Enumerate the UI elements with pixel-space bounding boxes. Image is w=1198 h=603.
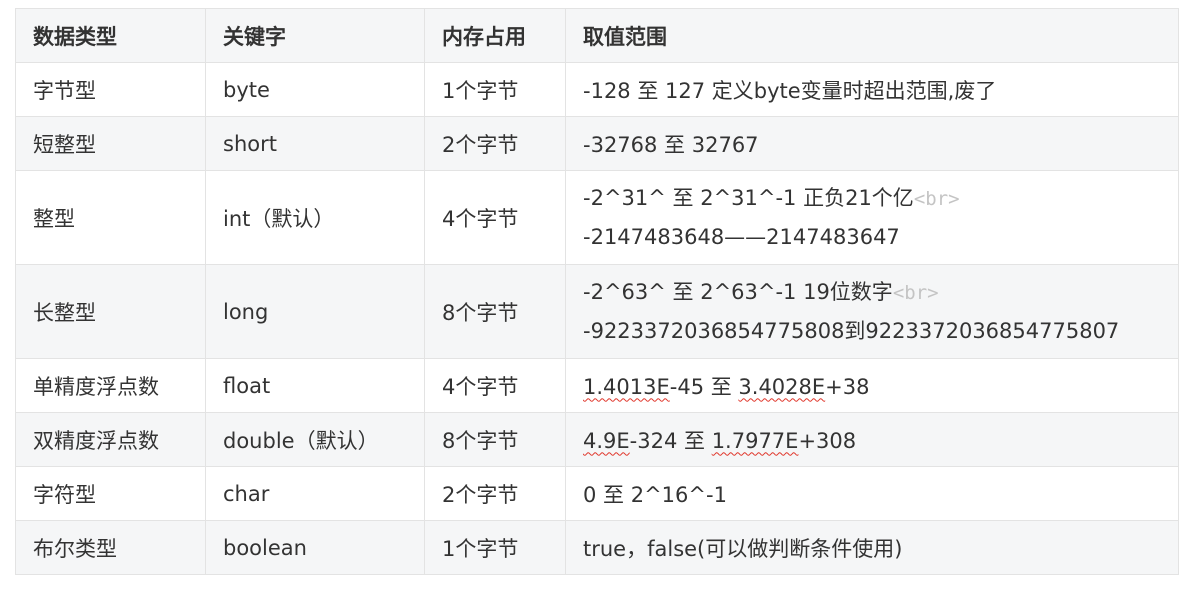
- br-tag-text: <br>: [892, 282, 939, 304]
- cell-type: 短整型: [15, 116, 206, 171]
- cell-keyword: long: [205, 264, 425, 359]
- cell-type: 布尔类型: [15, 520, 206, 575]
- cell-keyword: byte: [205, 62, 425, 117]
- range-text: -2^63^ 至 2^63^-1 19位数字: [583, 280, 893, 304]
- header-keyword: 关键字: [205, 8, 425, 63]
- header-range: 取值范围: [565, 8, 1179, 63]
- cell-keyword: double（默认）: [205, 412, 425, 467]
- cell-keyword: int（默认）: [205, 170, 425, 265]
- data-types-table-container: 数据类型 关键字 内存占用 取值范围 字节型 byte 1个字节 -128 至 …: [15, 8, 1179, 575]
- table-row: 字符型 char 2个字节 0 至 2^16^-1: [15, 466, 1179, 521]
- table-row: 长整型 long 8个字节 -2^63^ 至 2^63^-1 19位数字<br>…: [15, 264, 1179, 359]
- cell-type: 长整型: [15, 264, 206, 359]
- range-line: -9223372036854775808到9223372036854775807: [583, 319, 1120, 343]
- range-line: -2^31^ 至 2^31^-1 正负21个亿<br>: [583, 179, 1178, 218]
- table-row: 字节型 byte 1个字节 -128 至 127 定义byte变量时超出范围,废…: [15, 62, 1179, 117]
- cell-keyword: boolean: [205, 520, 425, 575]
- table-row: 整型 int（默认） 4个字节 -2^31^ 至 2^31^-1 正负21个亿<…: [15, 170, 1179, 265]
- cell-type: 整型: [15, 170, 206, 265]
- cell-memory: 8个字节: [424, 412, 566, 467]
- cell-range: -128 至 127 定义byte变量时超出范围,废了: [565, 62, 1179, 117]
- cell-range: true，false(可以做判断条件使用): [565, 520, 1179, 575]
- cell-range: 0 至 2^16^-1: [565, 466, 1179, 521]
- spellcheck-word: 3.4028E: [738, 374, 826, 399]
- cell-range: -2^31^ 至 2^31^-1 正负21个亿<br> -2147483648—…: [565, 170, 1179, 265]
- cell-type: 字符型: [15, 466, 206, 521]
- range-text: +308: [798, 428, 857, 453]
- spellcheck-word: 4.9E: [583, 428, 630, 453]
- cell-memory: 1个字节: [424, 520, 566, 575]
- br-tag-text: <br>: [913, 188, 960, 210]
- spellcheck-word: 1.7977E: [711, 428, 799, 453]
- range-text: -324 至: [629, 428, 712, 453]
- cell-memory: 8个字节: [424, 264, 566, 359]
- range-text: +38: [825, 374, 870, 399]
- cell-type: 单精度浮点数: [15, 358, 206, 413]
- header-data-type: 数据类型: [15, 8, 206, 63]
- spellcheck-word: 1.4013E: [583, 374, 670, 399]
- cell-memory: 2个字节: [424, 466, 566, 521]
- table-row: 单精度浮点数 float 4个字节 1.4013E-45 至 3.4028E+3…: [15, 358, 1179, 413]
- cell-type: 字节型: [15, 62, 206, 117]
- table-row: 布尔类型 boolean 1个字节 true，false(可以做判断条件使用): [15, 520, 1179, 575]
- range-text: -45 至: [669, 374, 739, 399]
- cell-memory: 4个字节: [424, 358, 566, 413]
- data-types-table: 数据类型 关键字 内存占用 取值范围 字节型 byte 1个字节 -128 至 …: [15, 8, 1179, 575]
- table-row: 短整型 short 2个字节 -32768 至 32767: [15, 116, 1179, 171]
- cell-keyword: float: [205, 358, 425, 413]
- cell-range: -32768 至 32767: [565, 116, 1179, 171]
- cell-range: 4.9E-324 至 1.7977E+308: [565, 412, 1179, 467]
- range-text: -2^31^ 至 2^31^-1 正负21个亿: [583, 186, 914, 210]
- cell-memory: 4个字节: [424, 170, 566, 265]
- cell-memory: 2个字节: [424, 116, 566, 171]
- cell-range: 1.4013E-45 至 3.4028E+38: [565, 358, 1179, 413]
- table-row: 双精度浮点数 double（默认） 8个字节 4.9E-324 至 1.7977…: [15, 412, 1179, 467]
- header-memory: 内存占用: [424, 8, 566, 63]
- range-line: -2^63^ 至 2^63^-1 19位数字<br>: [583, 273, 1178, 312]
- cell-keyword: char: [205, 466, 425, 521]
- cell-type: 双精度浮点数: [15, 412, 206, 467]
- cell-keyword: short: [205, 116, 425, 171]
- table-header-row: 数据类型 关键字 内存占用 取值范围: [15, 8, 1179, 63]
- cell-memory: 1个字节: [424, 62, 566, 117]
- cell-range: -2^63^ 至 2^63^-1 19位数字<br> -922337203685…: [565, 264, 1179, 359]
- range-line: -2147483648——2147483647: [583, 225, 900, 249]
